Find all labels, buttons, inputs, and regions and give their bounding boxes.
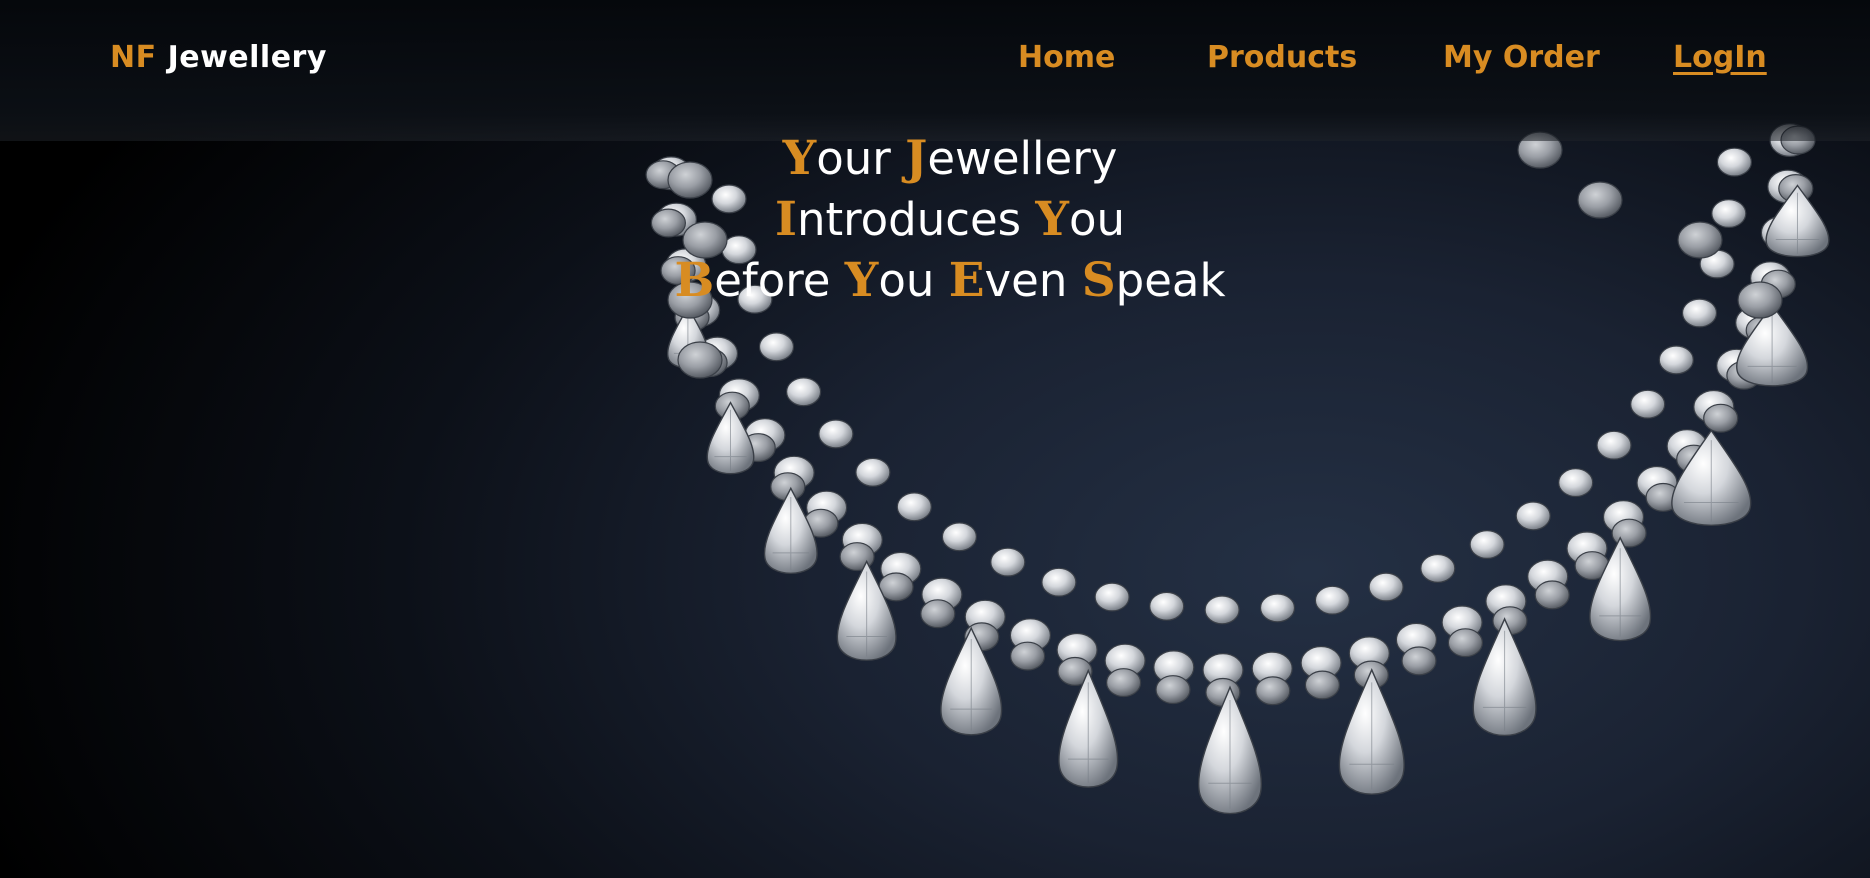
nav-products-link[interactable]: Products (1207, 40, 1357, 75)
headline-line-1: Your Jewellery (600, 128, 1300, 189)
necklace-stone (1420, 553, 1456, 583)
necklace-stone (1677, 221, 1723, 259)
headline-line-3: Before You Even Speak (600, 250, 1300, 311)
necklace-stone (1596, 430, 1632, 460)
necklace-stone (818, 419, 854, 449)
necklace-stone (1469, 529, 1505, 559)
headline-word: ewellery (927, 132, 1118, 185)
necklace-stone (1009, 641, 1046, 671)
necklace-stone (1658, 345, 1694, 375)
necklace-stone (1105, 668, 1142, 698)
headline-line-2: Introduces You (600, 189, 1300, 250)
necklace-stone (1204, 595, 1240, 625)
necklace-stone (1630, 389, 1666, 419)
necklace-stone (920, 599, 956, 629)
headline-capital: I (774, 192, 797, 247)
necklace-stone (941, 522, 978, 552)
headline-word: efore (714, 254, 831, 307)
brand-name: Jewellery (167, 40, 327, 75)
necklace-stone (1368, 572, 1404, 602)
necklace-stone (1716, 147, 1753, 177)
headline-capital: Y (782, 131, 817, 186)
necklace-stone (1515, 501, 1551, 531)
necklace-stone (1681, 298, 1718, 328)
necklace-stone (1094, 582, 1130, 612)
headline-capital: B (674, 253, 715, 308)
necklace-stone (1314, 585, 1351, 615)
necklace-stone (785, 377, 822, 407)
necklace-stone (1259, 593, 1296, 623)
necklace-stone (855, 457, 891, 487)
necklace-stone (1447, 628, 1484, 658)
headline-word: our (816, 132, 891, 185)
brand-logo[interactable]: NF Jewellery (110, 40, 327, 75)
necklace-stone (1558, 468, 1594, 498)
necklace-stone (1577, 181, 1623, 219)
headline-capital: E (948, 253, 985, 308)
necklace-stone (1304, 670, 1341, 700)
headline-word: ou (878, 254, 935, 307)
necklace-stone (677, 341, 723, 379)
headline-capital: S (1081, 253, 1116, 308)
necklace-stone (1711, 199, 1747, 229)
headline-word: ven (984, 254, 1068, 307)
headline-capital: Y (844, 253, 879, 308)
nav-home-link[interactable]: Home (1018, 40, 1115, 75)
brand-accent: NF (110, 40, 157, 75)
top-navbar: NF Jewellery Home Products My Order LogI… (0, 0, 1870, 141)
necklace-stone (1149, 591, 1185, 621)
necklace-stone (1401, 646, 1437, 676)
nav-login-link[interactable]: LogIn (1673, 40, 1767, 75)
headline-word: ou (1068, 193, 1126, 246)
page: NF Jewellery Home Products My Order LogI… (0, 0, 1870, 878)
necklace-stone (1155, 675, 1191, 705)
headline-word: peak (1115, 254, 1226, 307)
necklace-stone (990, 547, 1026, 577)
necklace-stone (896, 492, 932, 522)
necklace-stone (1041, 567, 1077, 597)
headline-word: ntroduces (796, 193, 1022, 246)
necklace-stone (758, 332, 795, 362)
necklace-stone (1255, 676, 1291, 706)
necklace-stone (1534, 580, 1570, 610)
necklace-stone (1737, 281, 1783, 319)
nav-my-order-link[interactable]: My Order (1443, 40, 1600, 75)
headline-capital: J (905, 131, 928, 186)
necklace-stone (1703, 403, 1739, 433)
headline-capital: Y (1035, 192, 1069, 247)
hero-headline: Your Jewellery Introduces You Before You… (600, 128, 1300, 311)
